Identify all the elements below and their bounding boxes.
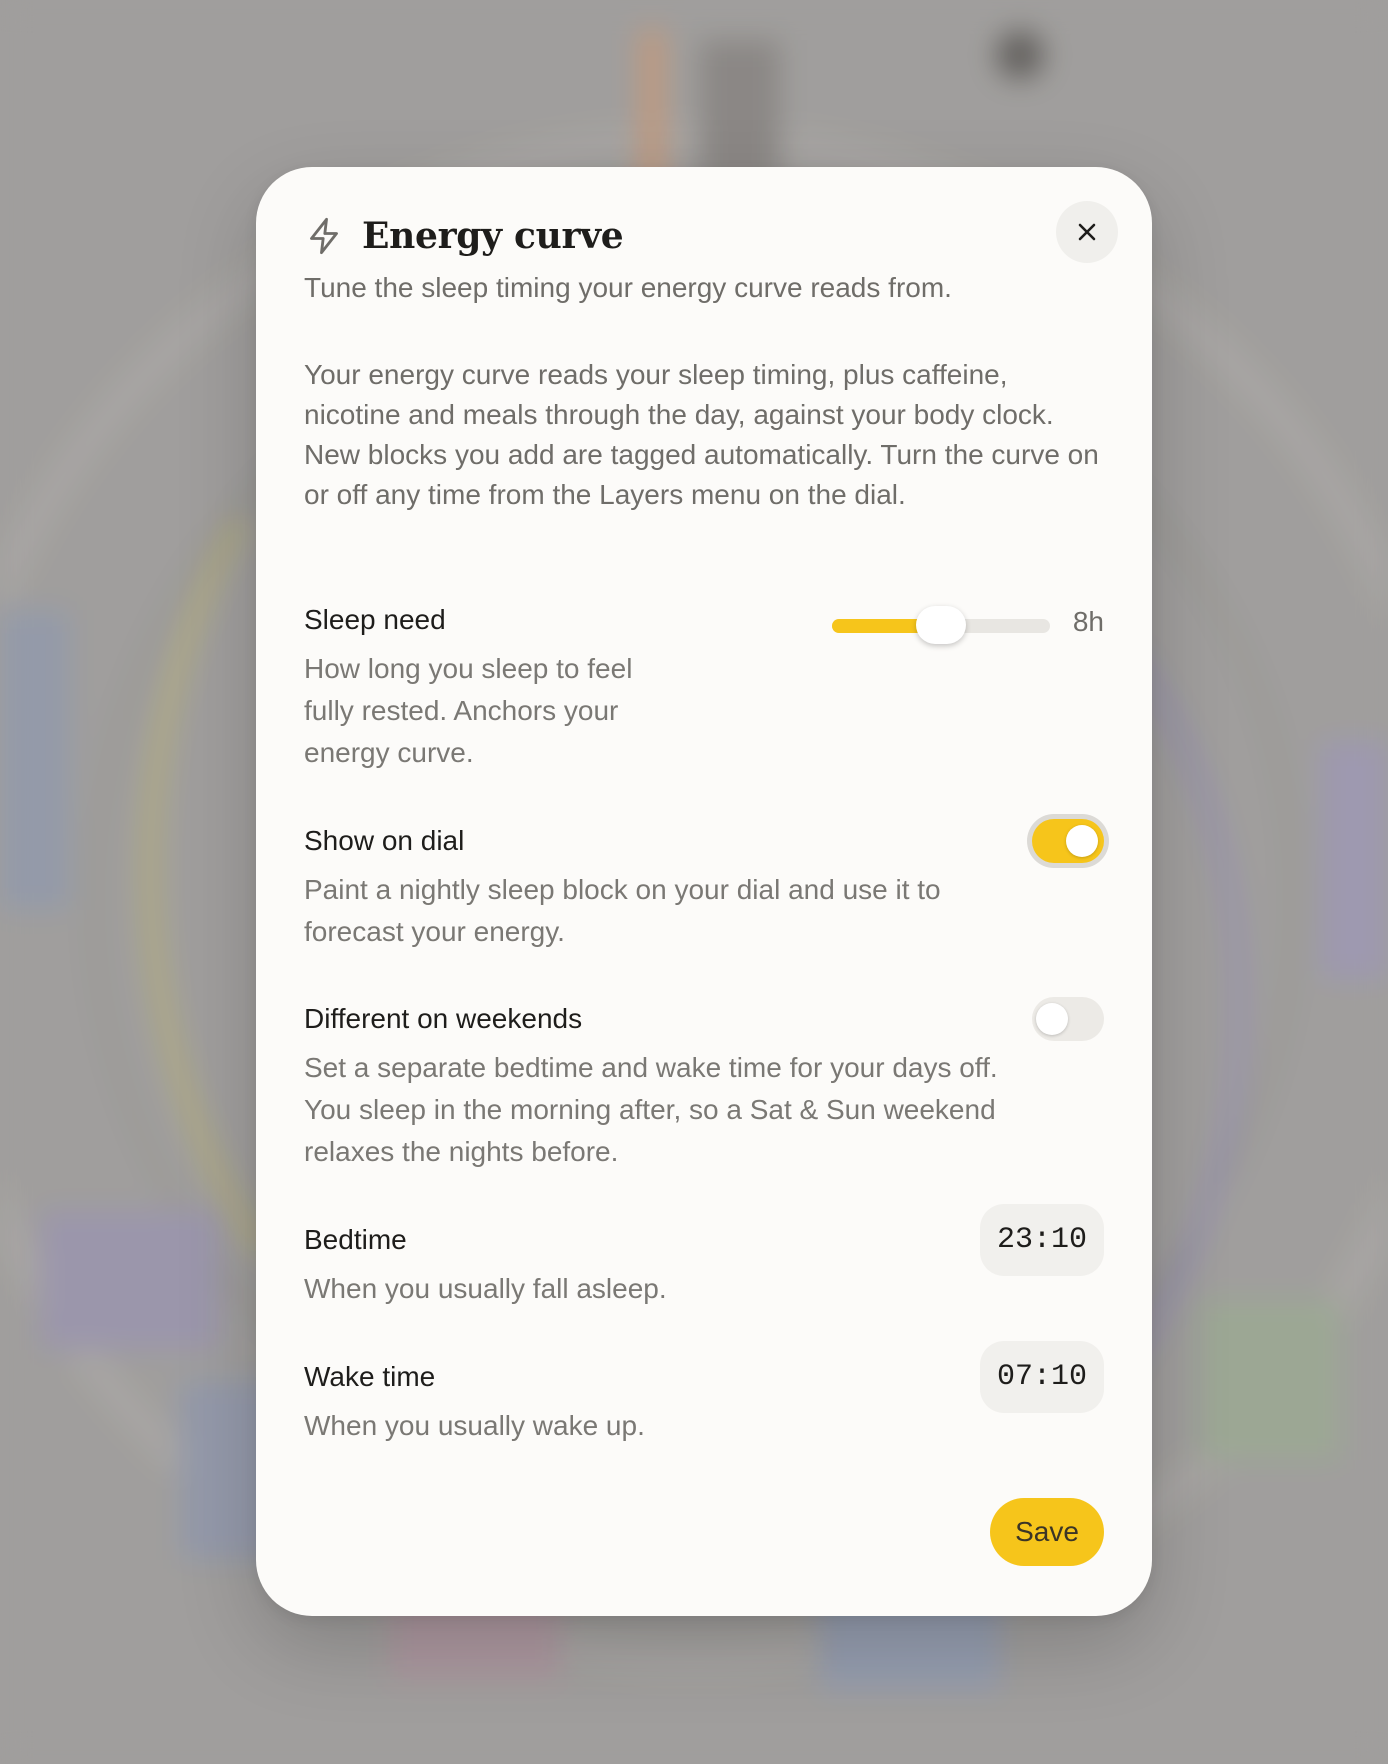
sleep-need-slider[interactable]: [832, 606, 1050, 644]
weekends-label: Different on weekends: [304, 1003, 583, 1034]
close-button[interactable]: [1056, 201, 1118, 263]
show-on-dial-toggle[interactable]: [1032, 819, 1104, 863]
wake-time-description: When you usually wake up.: [304, 1410, 645, 1441]
bedtime-description: When you usually fall asleep.: [304, 1273, 667, 1304]
show-on-dial-description: Paint a nightly sleep block on your dial…: [304, 874, 941, 947]
energy-curve-modal: Energy curve Tune the sleep timing your …: [256, 167, 1152, 1616]
slider-thumb[interactable]: [916, 606, 966, 644]
intro-text: Your energy curve reads your sleep timin…: [304, 359, 1099, 510]
modal-subtitle: Tune the sleep timing your energy curve …: [304, 272, 952, 303]
lightning-bolt-icon: [310, 217, 338, 255]
weekends-row: Different on weekends Set a separate bed…: [304, 997, 1104, 1173]
sleep-need-value: 8h: [1072, 606, 1104, 637]
show-on-dial-label: Show on dial: [304, 825, 465, 856]
toggle-knob: [1066, 825, 1098, 857]
bedtime-time-input[interactable]: 23:10: [980, 1204, 1104, 1276]
wake-time-input[interactable]: 07:10: [980, 1341, 1104, 1413]
weekends-description: Set a separate bedtime and wake time for…: [304, 1052, 998, 1167]
sleep-need-row: Sleep need How long you sleep to feel fu…: [304, 602, 1104, 774]
sleep-need-description: How long you sleep to feel fully rested.…: [304, 653, 633, 768]
modal-header: Energy curve: [304, 215, 624, 257]
bedtime-row: Bedtime When you usually fall asleep. 23…: [304, 1204, 1104, 1310]
wake-time-row: Wake time When you usually wake up. 07:1…: [304, 1341, 1104, 1447]
show-on-dial-row: Show on dial Paint a nightly sleep block…: [304, 819, 1104, 953]
modal-title: Energy curve: [362, 215, 624, 257]
weekends-toggle[interactable]: [1032, 997, 1104, 1041]
toggle-knob: [1036, 1003, 1068, 1035]
close-icon: [1078, 223, 1096, 241]
save-button[interactable]: Save: [990, 1498, 1104, 1566]
